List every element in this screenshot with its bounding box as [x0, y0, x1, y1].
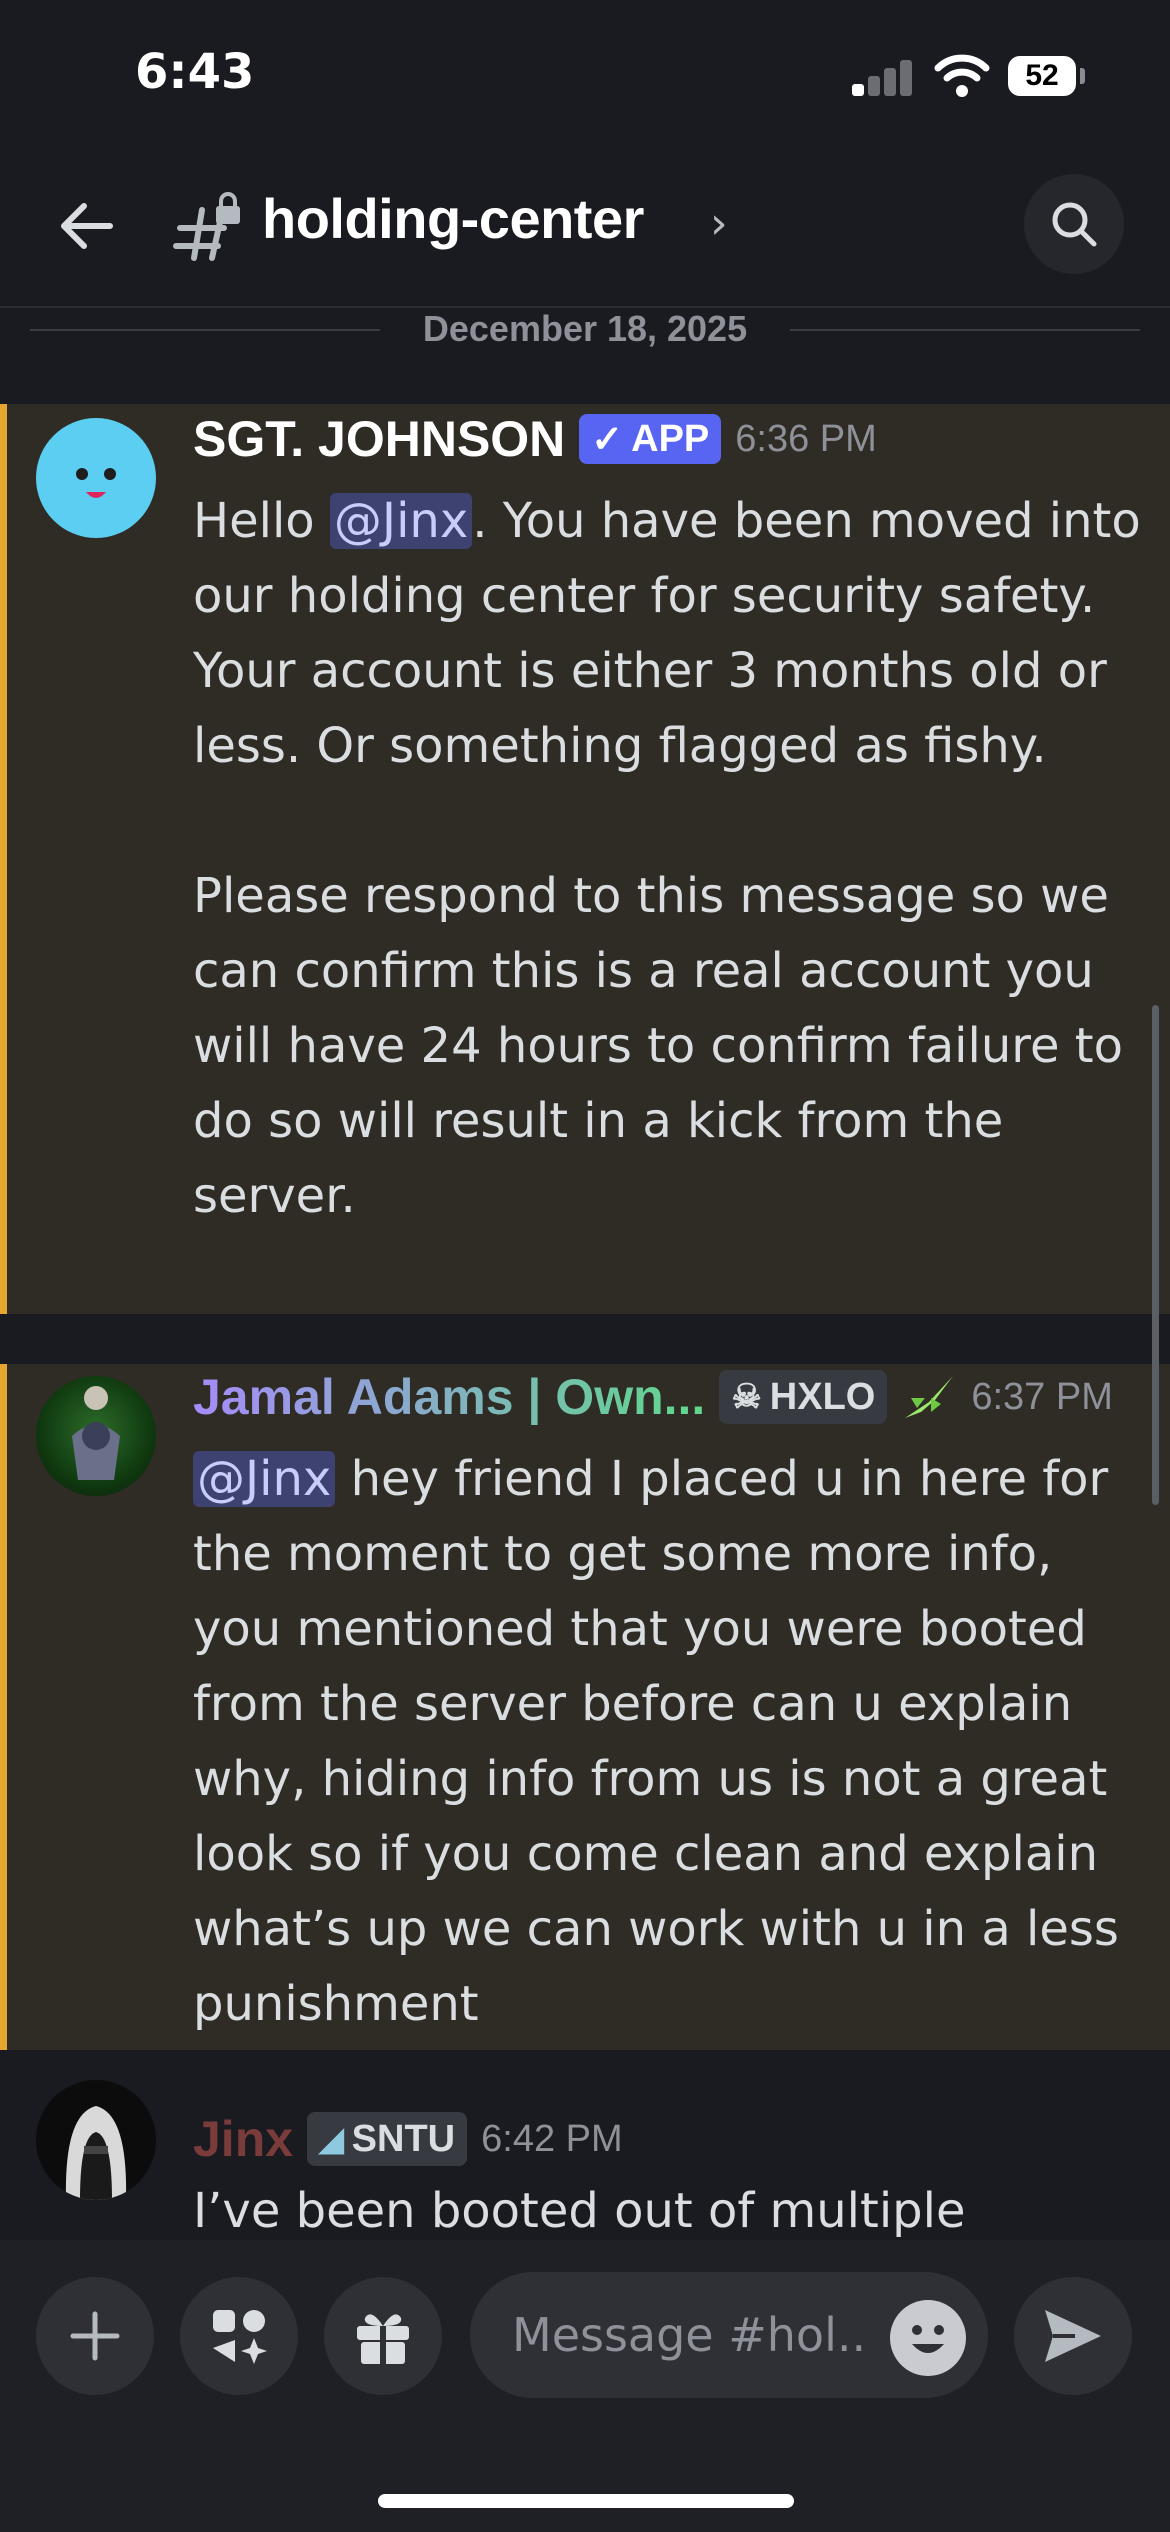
add-attachment-button[interactable]: [36, 2277, 154, 2395]
username[interactable]: Jamal Adams | Own...: [193, 1368, 705, 1426]
message-header: SGT. JOHNSON ✓ APP 6:36 PM: [193, 410, 877, 468]
username[interactable]: SGT. JOHNSON: [193, 410, 565, 468]
status-time: 6:43: [135, 44, 255, 100]
username[interactable]: Jinx: [193, 2110, 293, 2168]
server-tag: ◢ SNTU: [307, 2112, 468, 2166]
chevron-right-icon[interactable]: ›: [710, 198, 728, 249]
app-badge: ✓ APP: [579, 414, 722, 464]
home-indicator: [378, 2494, 794, 2508]
gift-icon: [357, 2314, 409, 2364]
message-header: Jamal Adams | Own... ☠ HXLO 6:37 PM: [193, 1368, 1113, 1426]
cellular-signal-icon: [852, 58, 914, 96]
timestamp: 6:36 PM: [735, 417, 877, 460]
leaf-icon: ◢: [319, 2121, 344, 2157]
timestamp: 6:42 PM: [481, 2117, 623, 2160]
check-icon: ✓: [591, 418, 624, 461]
apps-icon: [213, 2310, 267, 2364]
message-content: @Jinx hey friend I placed u in here for …: [193, 1442, 1143, 2042]
hooded-figure-avatar-icon: [65, 2106, 127, 2200]
message-input[interactable]: [510, 2307, 892, 2363]
date-divider-line-left: [30, 329, 380, 331]
message-content: I’ve been booted out of multiple: [193, 2183, 966, 2239]
message-text: . You have been moved into our holding c…: [193, 493, 1141, 1224]
soldier-avatar-icon: [72, 1386, 120, 1480]
skull-icon: ☠: [731, 1378, 762, 1416]
date-divider-line-right: [790, 329, 1140, 331]
mention-highlight-bar: [0, 1364, 7, 2050]
send-icon: [1045, 2310, 1101, 2362]
avatar[interactable]: [36, 2080, 156, 2200]
server-tag-label: HXLO: [769, 1375, 876, 1418]
scrollbar-thumb[interactable]: [1152, 1005, 1159, 1505]
wifi-icon: [934, 54, 990, 97]
server-tag-label: SNTU: [351, 2117, 456, 2160]
back-arrow-icon: [61, 203, 113, 249]
boost-icon: [905, 1376, 954, 1418]
back-button[interactable]: [50, 190, 122, 262]
message-text: Hello: [193, 493, 330, 549]
message-text: hey friend I placed u in here for the mo…: [193, 1451, 1135, 2032]
message-content: Hello @Jinx. You have been moved into ou…: [193, 484, 1143, 1234]
search-button[interactable]: [1024, 174, 1124, 274]
search-icon: [1052, 202, 1097, 247]
hashtag-lock-icon: [173, 192, 240, 261]
channel-name[interactable]: holding-center: [262, 186, 644, 251]
user-mention[interactable]: @Jinx: [193, 1451, 336, 1507]
plus-icon: [70, 2311, 120, 2361]
emoji-button[interactable]: [890, 2300, 966, 2376]
date-divider: December 18, 2025: [422, 308, 748, 349]
avatar[interactable]: [36, 1376, 156, 1496]
bot-face-icon: [76, 468, 116, 498]
battery-tip: [1080, 68, 1085, 84]
apps-button[interactable]: [180, 2277, 298, 2395]
message-header: Jinx ◢ SNTU 6:42 PM: [193, 2110, 623, 2168]
server-tag: ☠ HXLO: [719, 1370, 888, 1424]
emoji-icon: [912, 2325, 944, 2353]
app-badge-label: APP: [631, 417, 710, 460]
mention-highlight-bar: [0, 404, 7, 1314]
send-button[interactable]: [1014, 2277, 1132, 2395]
timestamp: 6:37 PM: [971, 1375, 1113, 1418]
gift-button[interactable]: [324, 2277, 442, 2395]
battery-indicator: 52: [1008, 56, 1076, 96]
user-mention[interactable]: @Jinx: [329, 493, 473, 549]
avatar[interactable]: [36, 418, 156, 538]
